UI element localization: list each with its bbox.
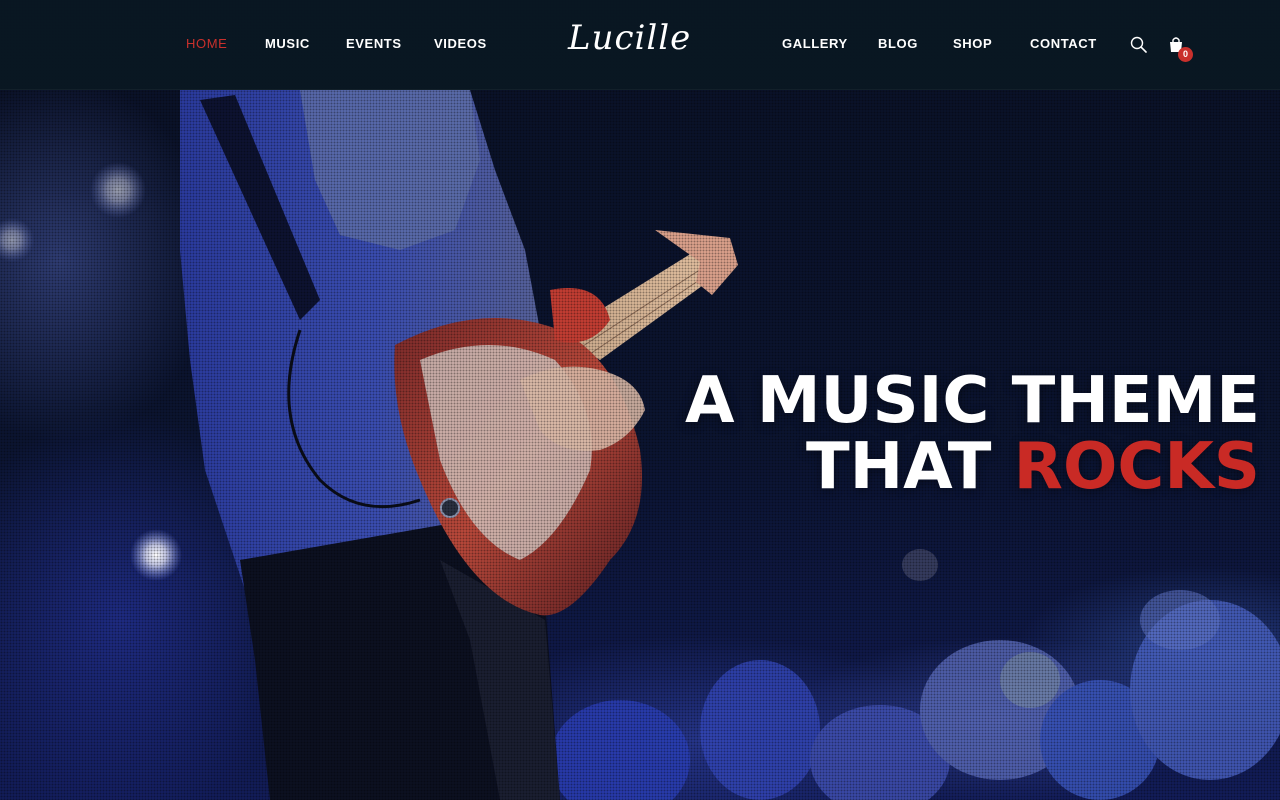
nav-item-gallery[interactable]: GALLERY <box>782 36 848 51</box>
nav-item-events[interactable]: EVENTS <box>346 36 402 51</box>
cart-count-badge: 0 <box>1178 47 1193 62</box>
search-icon[interactable] <box>1130 36 1148 58</box>
nav-item-music[interactable]: MUSIC <box>265 36 310 51</box>
main-navbar: HOME MUSIC EVENTS VIDEOS Lucille GALLERY… <box>0 0 1280 90</box>
site-logo[interactable]: Lucille <box>568 18 698 64</box>
headline-accent: ROCKS <box>1013 430 1260 504</box>
headline-line-2: THAT ROCKS <box>685 434 1260 500</box>
hero-headline: A MUSIC THEME THAT ROCKS <box>685 368 1260 500</box>
nav-item-home[interactable]: HOME <box>186 36 227 51</box>
nav-item-contact[interactable]: CONTACT <box>1030 36 1097 51</box>
nav-item-shop[interactable]: SHOP <box>953 36 992 51</box>
hero-section: A MUSIC THEME THAT ROCKS <box>0 0 1280 800</box>
headline-line-1: A MUSIC THEME <box>685 364 1260 438</box>
nav-item-videos[interactable]: VIDEOS <box>434 36 487 51</box>
nav-item-blog[interactable]: BLOG <box>878 36 918 51</box>
headline-prefix: THAT <box>805 430 1014 504</box>
